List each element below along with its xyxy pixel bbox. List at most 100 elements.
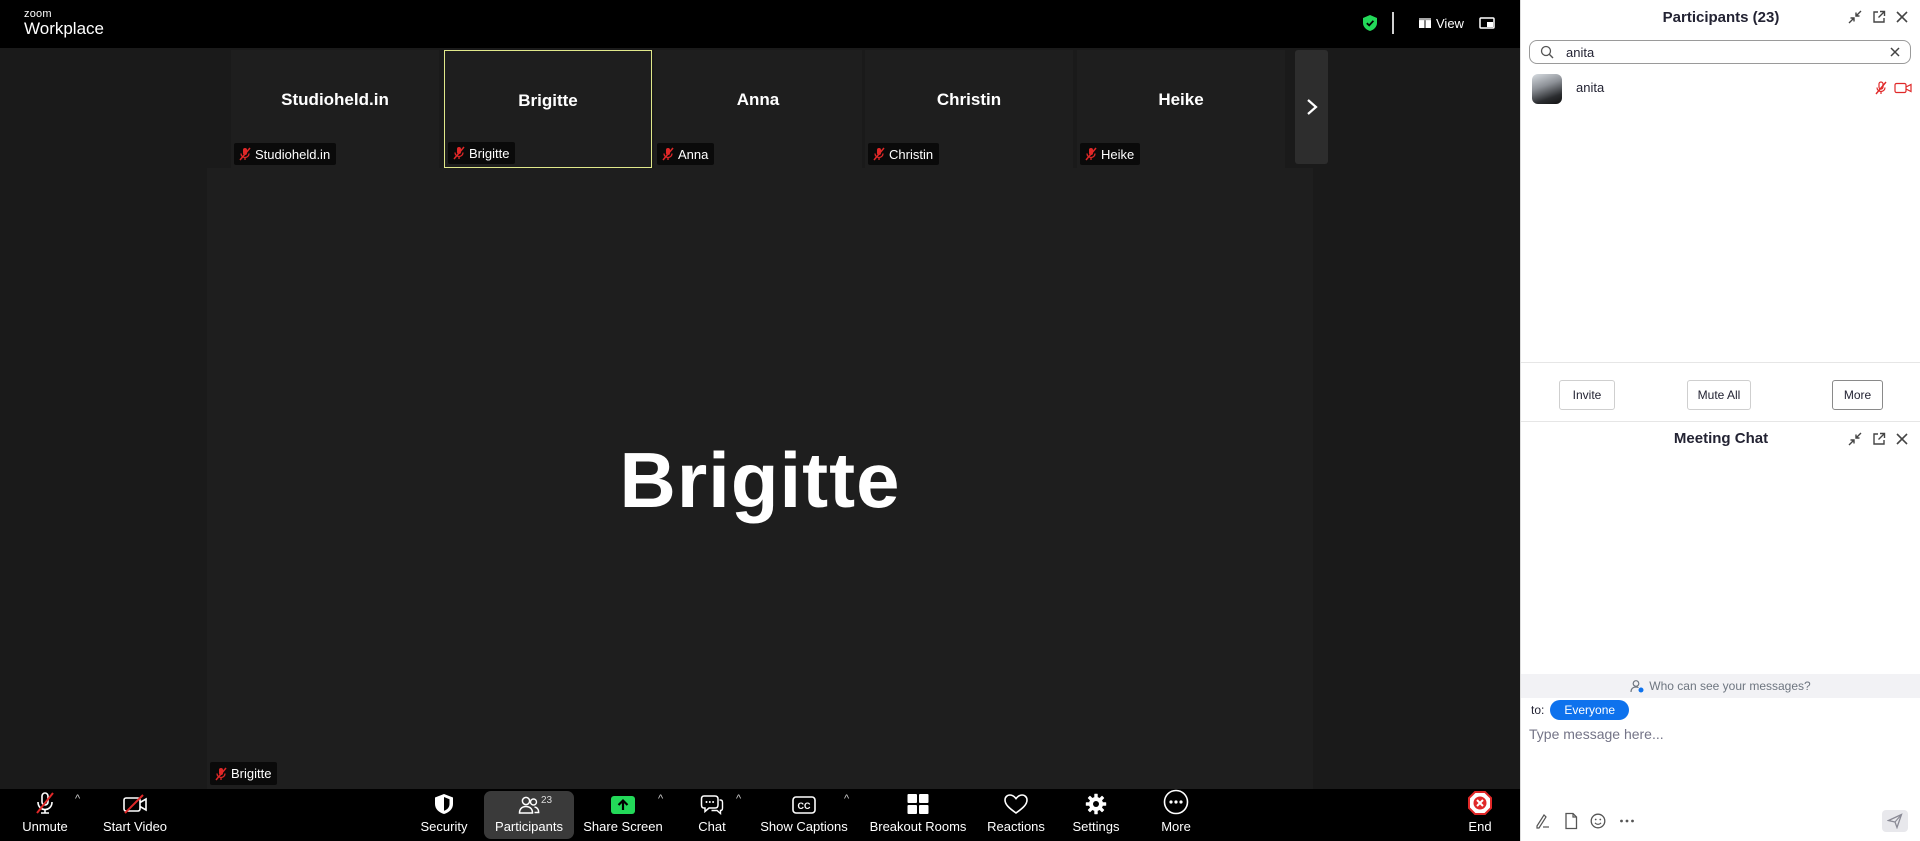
close-icon[interactable] [1895, 432, 1909, 446]
breakout-rooms-label: Breakout Rooms [869, 819, 967, 834]
collapse-icon[interactable] [1848, 10, 1862, 24]
end-meeting-button[interactable]: End [1460, 789, 1500, 841]
participants-more-button[interactable]: More [1832, 380, 1883, 410]
more-icon [1163, 789, 1189, 815]
divider [1521, 362, 1920, 363]
view-button[interactable]: View [1419, 14, 1464, 32]
fullscreen-icon[interactable] [1479, 15, 1495, 31]
video-tile[interactable]: Christin Christin [865, 50, 1073, 168]
participants-button[interactable]: Participants 23 [484, 791, 574, 839]
chat-button[interactable]: Chat [688, 789, 736, 841]
grid-view-icon [1419, 18, 1431, 28]
unmute-label: Unmute [22, 819, 68, 834]
video-tile[interactable]: Heike Heike [1077, 50, 1285, 168]
invite-button[interactable]: Invite [1559, 380, 1615, 410]
end-label: End [1468, 819, 1492, 834]
tile-name-label: Anna [657, 143, 715, 165]
zoom-logo: zoom Workplace [24, 8, 104, 38]
user-visibility-icon [1630, 680, 1644, 693]
view-label: View [1436, 15, 1464, 31]
participant-search-input[interactable] [1566, 43, 1866, 61]
share-options-caret[interactable]: ^ [658, 793, 663, 805]
participants-count-badge: 23 [541, 795, 553, 806]
chat-options-caret[interactable]: ^ [736, 793, 741, 805]
tile-label-text: Anna [678, 146, 709, 162]
participants-header: Participants (23) [1521, 0, 1920, 36]
tile-name-label: Heike [1080, 143, 1141, 165]
tile-name-label: Studioheld.in [234, 143, 337, 165]
captions-options-caret[interactable]: ^ [844, 793, 849, 805]
more-label: More [1161, 819, 1191, 834]
video-tile-active[interactable]: Brigitte Brigitte [444, 50, 652, 168]
who-can-see-text: Who can see your messages? [1649, 679, 1811, 693]
participant-row[interactable]: anita [1521, 72, 1920, 104]
who-can-see-messages[interactable]: Who can see your messages? [1521, 674, 1920, 698]
format-text-icon[interactable] [1534, 812, 1552, 830]
meeting-area: zoom Workplace View Studioheld.in Studio… [0, 0, 1520, 841]
message-input[interactable] [1529, 722, 1909, 746]
tile-name: Anna [736, 90, 780, 109]
recipient-selector[interactable]: Everyone [1550, 700, 1630, 720]
mic-off-icon [453, 146, 465, 160]
active-speaker-label-text: Brigitte [231, 766, 272, 781]
send-icon [1887, 813, 1903, 829]
video-tile[interactable]: Studioheld.in Studioheld.in [231, 50, 439, 168]
reactions-button[interactable]: Reactions [984, 789, 1048, 841]
chat-tools [1521, 810, 1920, 832]
end-call-icon [1468, 791, 1492, 815]
send-button[interactable] [1882, 810, 1908, 832]
pop-out-icon[interactable] [1872, 10, 1886, 24]
settings-button[interactable]: Settings [1066, 789, 1126, 841]
gear-icon [1085, 793, 1107, 815]
mic-off-icon [215, 767, 227, 780]
tile-label-text: Christin [889, 146, 934, 162]
chevron-right-icon [1306, 99, 1318, 115]
tile-name: Studioheld.in [281, 90, 389, 109]
side-panel: Participants (23) anita Invite Mute All … [1520, 0, 1920, 841]
next-page-button[interactable] [1295, 50, 1328, 164]
start-video-label: Start Video [102, 819, 168, 834]
shield-icon [435, 794, 453, 814]
tile-name: Christin [936, 90, 1002, 109]
tile-label-text: Brigitte [469, 145, 510, 161]
participant-name: anita [1576, 80, 1605, 95]
recipient-row: to: Everyone [1531, 699, 1630, 721]
security-button[interactable]: Security [414, 789, 474, 841]
clear-search-icon[interactable] [1888, 45, 1902, 59]
video-stage: Studioheld.in Studioheld.in Brigitte Bri… [207, 50, 1328, 789]
brand-line2: Workplace [24, 19, 104, 38]
file-icon[interactable] [1562, 812, 1580, 830]
participants-actions: Invite Mute All More [1521, 380, 1920, 414]
active-speaker-label: Brigitte [210, 762, 278, 785]
close-icon[interactable] [1895, 10, 1909, 24]
divider [1521, 421, 1920, 422]
search-icon [1540, 45, 1554, 59]
collapse-icon[interactable] [1848, 432, 1862, 446]
unmute-button[interactable]: Unmute [14, 789, 76, 841]
svg-text:CC: CC [798, 801, 811, 811]
video-tile[interactable]: Anna Anna [654, 50, 862, 168]
emoji-icon[interactable] [1589, 812, 1607, 830]
encryption-shield-icon[interactable] [1363, 15, 1377, 31]
more-options-icon[interactable] [1618, 812, 1636, 830]
meeting-toolbar: Unmute ^ Start Video Security Participan… [0, 789, 1520, 841]
audio-options-caret[interactable]: ^ [75, 793, 80, 805]
tile-name-label: Brigitte [448, 142, 516, 164]
more-button[interactable]: More [1151, 789, 1201, 841]
breakout-rooms-button[interactable]: Breakout Rooms [867, 789, 969, 841]
reactions-label: Reactions [987, 819, 1045, 834]
show-captions-label: Show Captions [760, 819, 848, 834]
gallery-strip: Studioheld.in Studioheld.in Brigitte Bri… [207, 50, 1313, 168]
tile-name: Heike [1158, 90, 1204, 109]
settings-label: Settings [1072, 819, 1120, 834]
pop-out-icon[interactable] [1872, 432, 1886, 446]
participant-search-box[interactable] [1529, 40, 1911, 64]
share-screen-label: Share Screen [583, 819, 663, 834]
mic-off-icon[interactable] [1874, 81, 1888, 95]
share-screen-button[interactable]: Share Screen [583, 789, 663, 841]
mute-all-button[interactable]: Mute All [1687, 380, 1751, 410]
video-off-icon[interactable] [1894, 81, 1912, 95]
start-video-button[interactable]: Start Video [100, 789, 170, 841]
show-captions-button[interactable]: CC Show Captions [758, 789, 850, 841]
video-off-icon [123, 794, 147, 814]
